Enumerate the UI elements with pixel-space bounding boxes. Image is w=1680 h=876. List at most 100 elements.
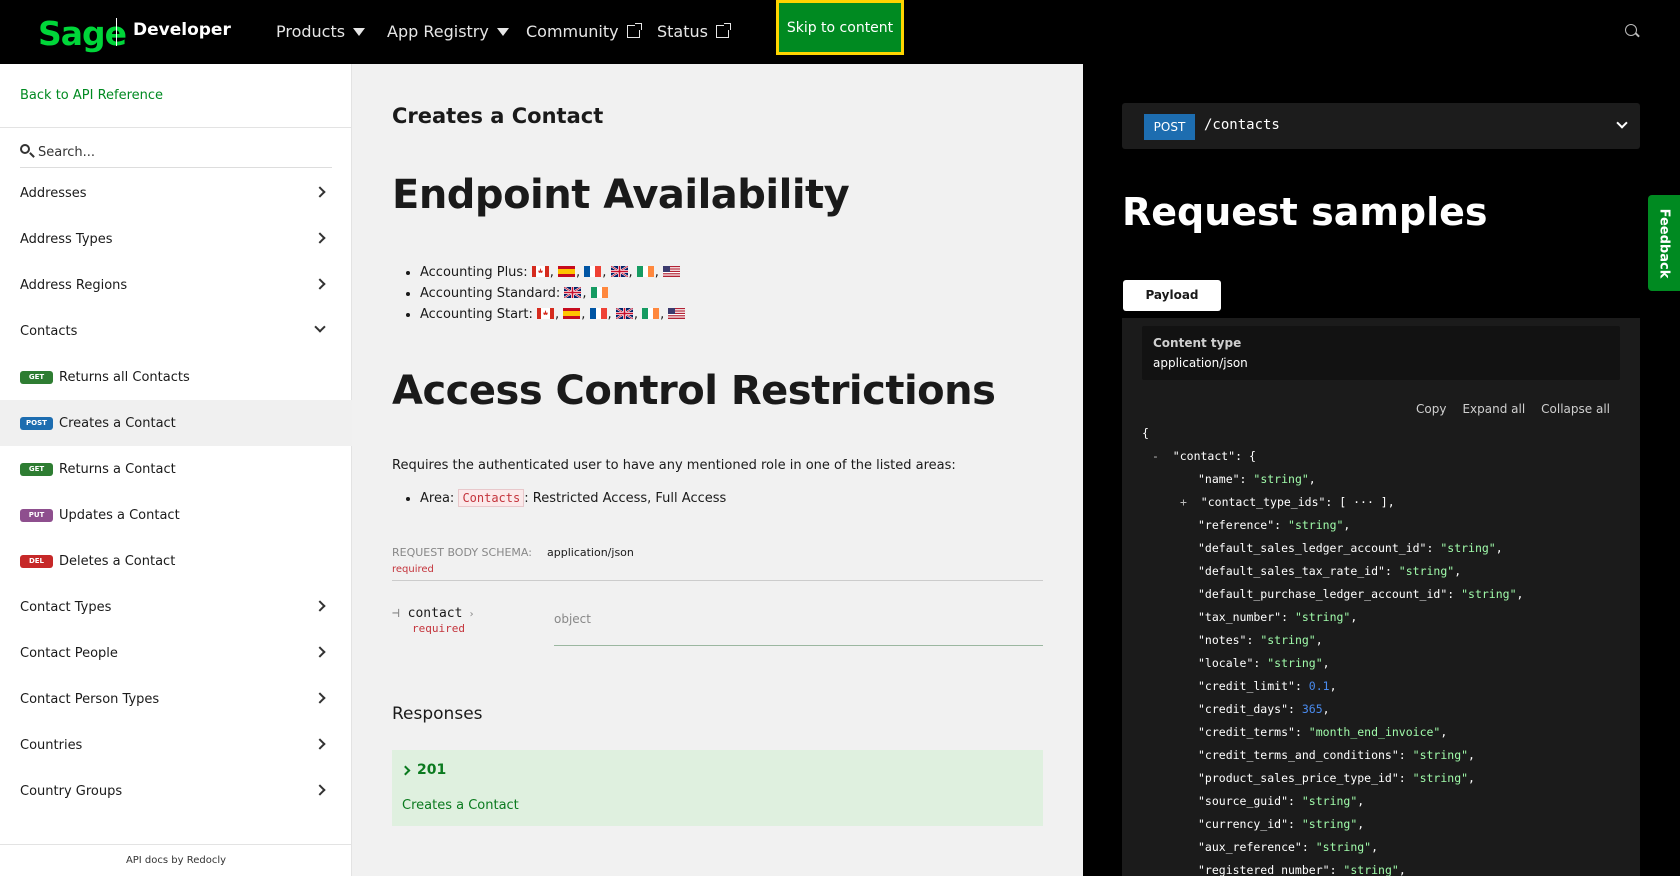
sidebar-item-country-groups[interactable]: Country Groups [0, 768, 352, 814]
request-samples-panel: POST /contacts Request samples Payload C… [1083, 64, 1680, 876]
area-item: Area: Contacts: Restricted Access, Full … [420, 489, 727, 507]
sidebar-item-label: Returns all Contacts [59, 369, 190, 385]
code-line: "credit_terms_and_conditions": "string", [1198, 748, 1475, 762]
chevron-down-icon [1616, 117, 1628, 129]
collapse-all-button[interactable]: Collapse all [1541, 402, 1610, 416]
endpoint-availability-heading: Endpoint Availability [392, 172, 850, 218]
nav-label: Status [657, 22, 708, 41]
response-description: Creates a Contact [402, 798, 519, 813]
schema-label: REQUEST BODY SCHEMA: [392, 546, 532, 559]
put-badge: PUT [20, 508, 53, 522]
response-code[interactable]: 201 [400, 762, 446, 778]
sidebar-item-addresses[interactable]: Addresses [0, 170, 352, 216]
request-samples-heading: Request samples [1122, 190, 1488, 234]
code-panel: Content type application/json Copy Expan… [1122, 318, 1640, 876]
availability-list: Accounting Plus: , , , , , Accounting St… [420, 262, 686, 325]
schema-value: application/json [547, 546, 634, 559]
tree-connector-icon: ⊣ [392, 606, 408, 621]
sidebar-item-countries[interactable]: Countries [0, 722, 352, 768]
sidebar-item-address-types[interactable]: Address Types [0, 216, 352, 262]
property-name: contact [407, 606, 463, 621]
nav-label: App Registry [387, 22, 489, 41]
code-line: "registered_number": "string", [1198, 863, 1406, 876]
nav-community[interactable]: Community [526, 22, 642, 41]
redocly-footer[interactable]: API docs by Redocly [0, 844, 352, 876]
product-label: Accounting Plus: [420, 265, 528, 280]
main-content: Creates a Contact Endpoint Availability … [352, 64, 1083, 876]
endpoint-selector[interactable]: POST /contacts [1122, 103, 1640, 149]
feedback-button[interactable]: Feedback [1648, 195, 1680, 291]
sidebar-item-contacts[interactable]: Contacts [0, 308, 352, 354]
sidebar-item-label: Country Groups [20, 783, 123, 799]
flag-ca-icon [537, 305, 555, 319]
sidebar-item-creates-a-contact[interactable]: POST Creates a Contact [0, 400, 352, 446]
product-label: Accounting Start: [420, 307, 533, 322]
access-description: Requires the authenticated user to have … [392, 458, 956, 473]
sidebar-item-label: Creates a Contact [59, 415, 176, 431]
sidebar-search [20, 140, 332, 168]
code-line: "credit_limit": 0.1, [1198, 679, 1337, 693]
code-line: "source_guid": "string", [1198, 794, 1365, 808]
developer-label[interactable]: Developer [133, 20, 231, 40]
chevron-right-icon [400, 765, 411, 775]
page-title: Creates a Contact [392, 104, 604, 128]
sidebar-item-returns-a-contact[interactable]: GET Returns a Contact [0, 446, 352, 492]
copy-button[interactable]: Copy [1416, 402, 1446, 416]
sidebar-item-label: Address Types [20, 231, 113, 247]
contact-property[interactable]: ⊣ contact › [392, 606, 475, 621]
search-icon [20, 144, 30, 154]
search-input[interactable] [38, 140, 328, 164]
get-badge: GET [20, 370, 53, 384]
sage-logo[interactable]: Sage [38, 14, 127, 53]
chevron-right-icon [314, 692, 326, 704]
sidebar-item-contact-types[interactable]: Contact Types [0, 584, 352, 630]
search-icon[interactable] [1625, 24, 1637, 36]
chevron-right-icon [314, 186, 326, 198]
sidebar-item-label: Deletes a Contact [59, 553, 176, 569]
chevron-right-icon [314, 600, 326, 612]
sidebar-item-deletes-a-contact[interactable]: DEL Deletes a Contact [0, 538, 352, 584]
flag-ie-icon [642, 305, 660, 319]
sidebar-item-returns-all-contacts[interactable]: GET Returns all Contacts [0, 354, 352, 400]
collapse-toggle[interactable]: - [1152, 449, 1159, 463]
code-actions: Copy Expand all Collapse all [1416, 402, 1610, 416]
code-line: "notes": "string", [1198, 633, 1323, 647]
back-to-api-reference-link[interactable]: Back to API Reference [20, 88, 163, 103]
availability-item: Accounting Standard: , [420, 283, 686, 304]
method-badge: POST [1144, 114, 1195, 140]
code-line: - "contact": { [1152, 449, 1256, 463]
response-201[interactable]: 201 Creates a Contact [392, 750, 1043, 826]
sidebar: Back to API Reference Addresses Address T… [0, 64, 352, 876]
sidebar-item-label: Addresses [20, 185, 87, 201]
nav-status[interactable]: Status [657, 22, 731, 41]
flag-ca-icon [531, 263, 549, 277]
code-line: "default_sales_ledger_account_id": "stri… [1198, 541, 1503, 555]
nav-label: Community [526, 22, 619, 41]
flag-es-icon [557, 263, 575, 277]
property-type: object [554, 612, 591, 626]
tab-payload[interactable]: Payload [1123, 280, 1221, 311]
code-line: "locale": "string", [1198, 656, 1330, 670]
external-link-icon [626, 23, 642, 38]
content-type-box: Content type application/json [1142, 326, 1620, 380]
endpoint-path: /contacts [1204, 117, 1280, 133]
expand-all-button[interactable]: Expand all [1462, 402, 1525, 416]
top-nav: Sage Developer Products App Registry Commu… [0, 0, 1680, 64]
area-suffix: : Restricted Access, Full Access [524, 491, 727, 506]
code-line: "tax_number": "string", [1198, 610, 1358, 624]
sidebar-item-label: Contact People [20, 645, 118, 661]
flag-es-icon [563, 305, 581, 319]
nav-products[interactable]: Products [276, 22, 366, 41]
nav-app-registry[interactable]: App Registry [387, 22, 509, 41]
sidebar-item-updates-a-contact[interactable]: PUT Updates a Contact [0, 492, 352, 538]
expand-toggle[interactable]: + [1180, 495, 1187, 509]
code-line: "reference": "string", [1198, 518, 1351, 532]
availability-item: Accounting Plus: , , , , , [420, 262, 686, 283]
sidebar-item-address-regions[interactable]: Address Regions [0, 262, 352, 308]
chevron-right-icon [314, 278, 326, 290]
sidebar-item-contact-people[interactable]: Contact People [0, 630, 352, 676]
sidebar-divider [0, 127, 352, 128]
sidebar-item-contact-person-types[interactable]: Contact Person Types [0, 676, 352, 722]
skip-to-content-button[interactable]: Skip to content [776, 0, 904, 55]
flag-ie-icon [636, 263, 654, 277]
